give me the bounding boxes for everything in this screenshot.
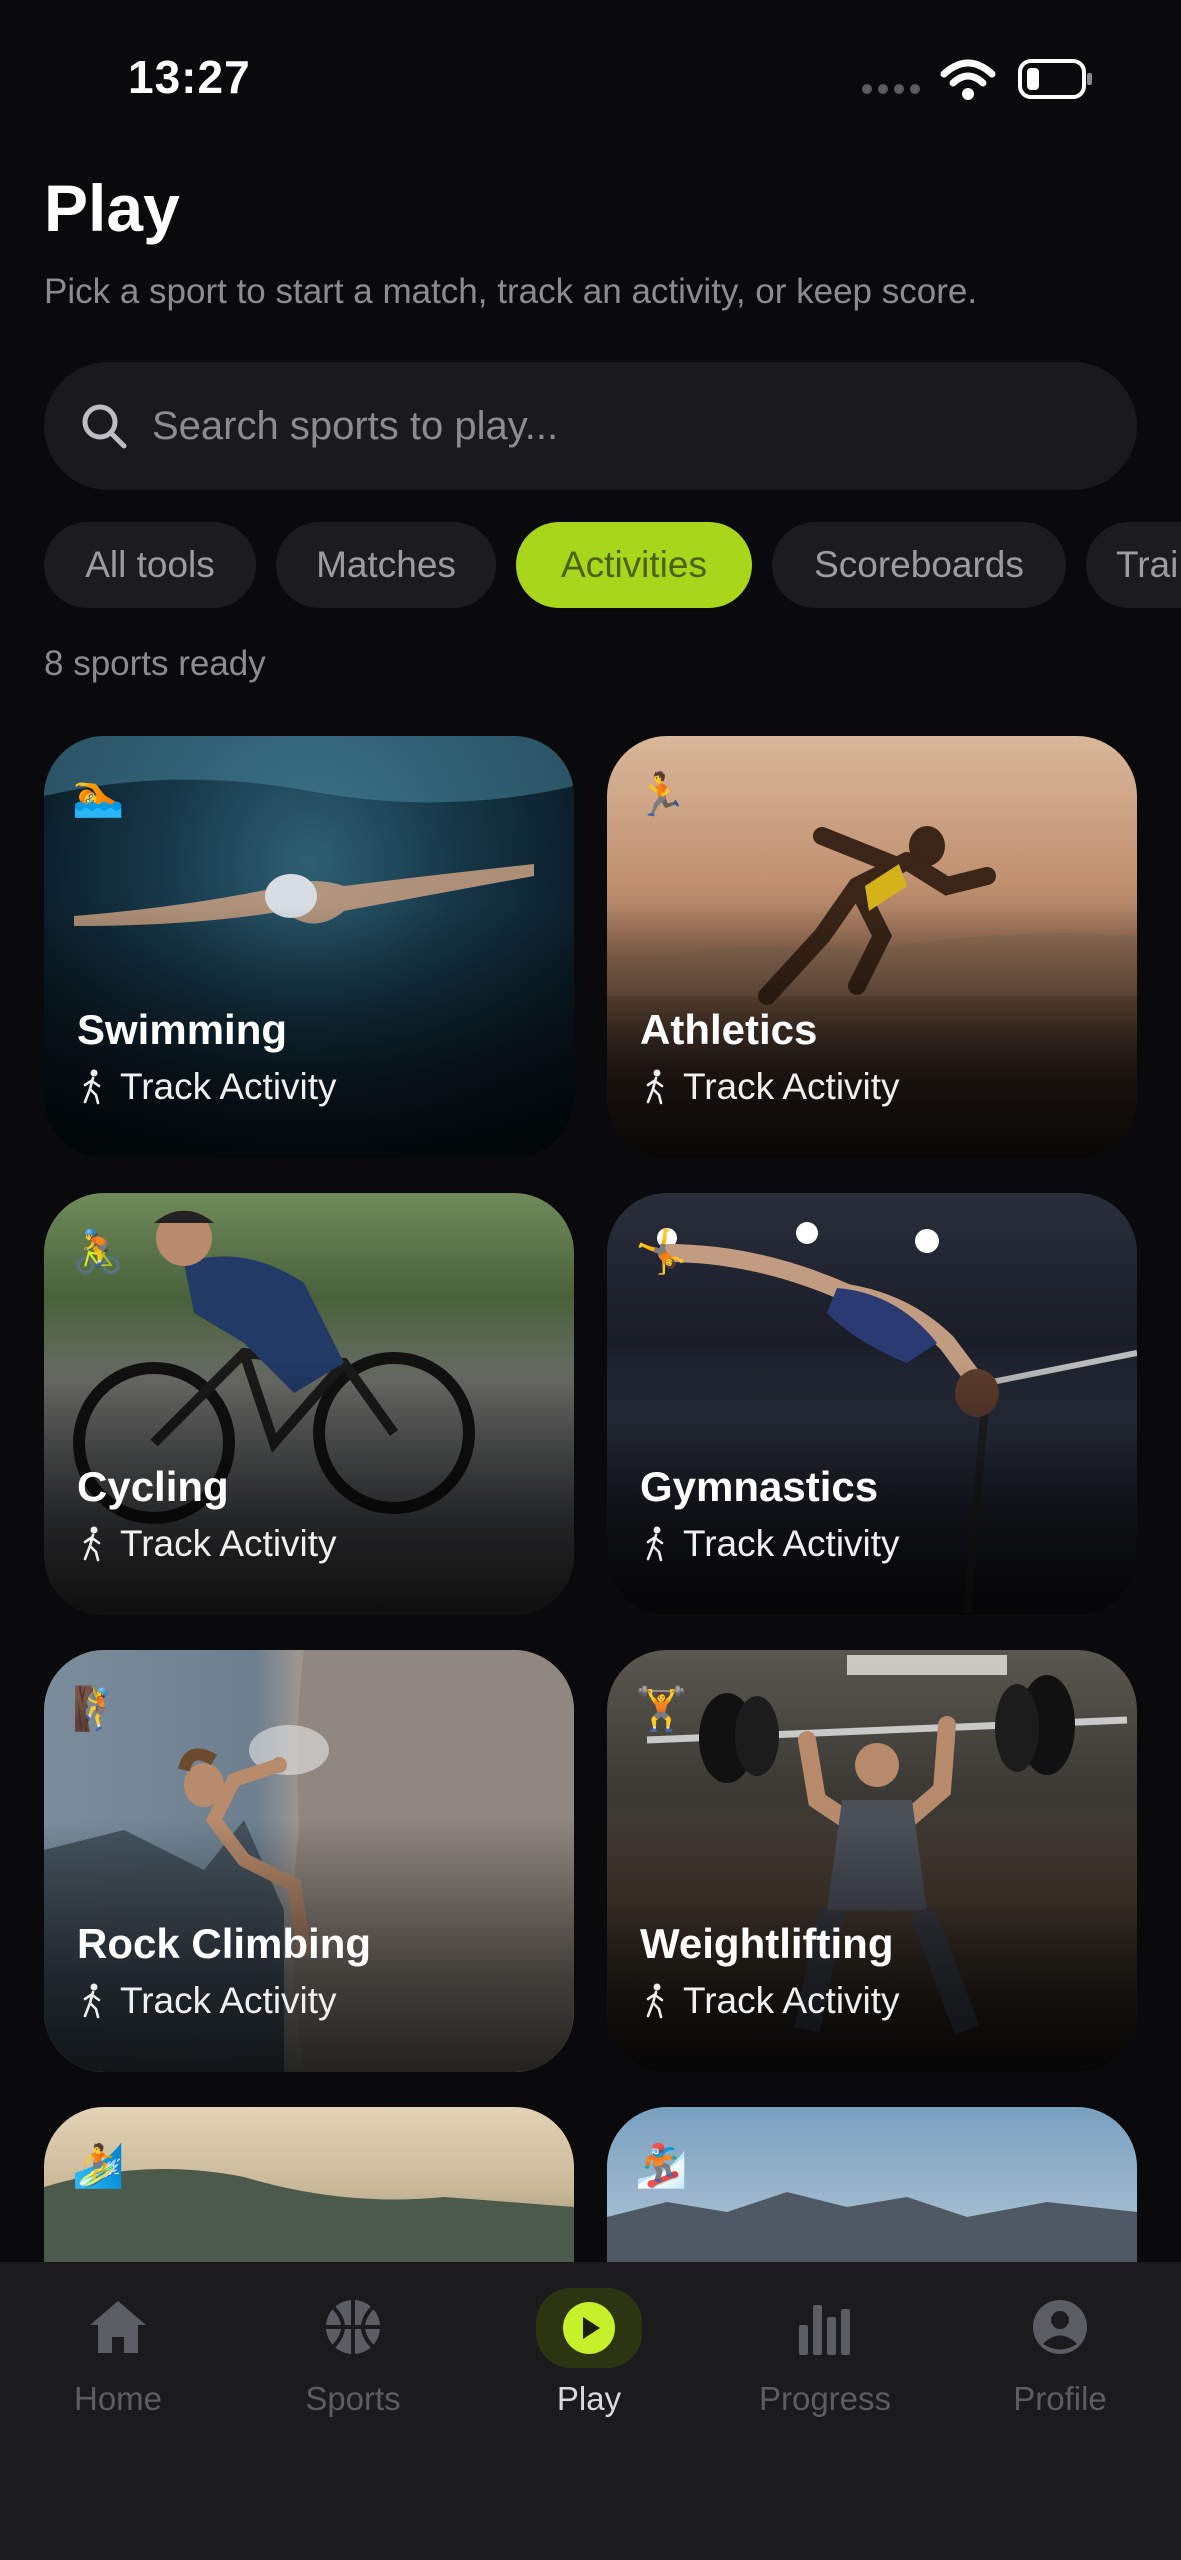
- chip-activities[interactable]: Activities: [516, 522, 752, 608]
- track-activity-label[interactable]: Track Activity: [80, 1523, 337, 1565]
- walking-icon: [83, 1526, 101, 1562]
- card-title: Cycling: [77, 1463, 229, 1510]
- card-title: Athletics: [640, 1006, 818, 1053]
- cellular-signal-icon: [862, 84, 920, 94]
- track-activity-label[interactable]: Track Activity: [80, 1066, 337, 1108]
- card-title: Rock Climbing: [77, 1920, 372, 1967]
- sports-count: 8 sports ready: [44, 644, 266, 683]
- walking-icon: [83, 1983, 101, 2019]
- nav-profile[interactable]: Profile: [960, 2292, 1160, 2452]
- card-title: Swimming: [77, 1006, 288, 1053]
- sport-card-weightlifting[interactable]: 🏋️ Weightlifting Track Activity: [607, 1650, 1137, 2072]
- climbing-emoji-icon: 🧗: [72, 1685, 125, 1732]
- walking-icon: [646, 1526, 664, 1562]
- search-input[interactable]: [152, 392, 1052, 460]
- nav-sports[interactable]: Sports: [253, 2292, 453, 2452]
- wifi-icon: [940, 59, 996, 100]
- chip-training[interactable]: Trai: [1086, 522, 1181, 608]
- play-icon: [536, 2288, 642, 2368]
- running-emoji-icon: 🏃: [635, 771, 688, 818]
- walking-icon: [646, 1983, 664, 2019]
- filter-chips: All tools Matches Activities Scoreboards…: [44, 522, 1181, 608]
- page-title: Play: [44, 171, 180, 245]
- gymnastics-emoji-icon: 🤸: [635, 1228, 688, 1275]
- weightlifting-emoji-icon: 🏋️: [635, 1685, 688, 1732]
- bottom-nav: Home Sports Play Progress Profile: [0, 2262, 1181, 2560]
- basketball-icon: [305, 2292, 401, 2362]
- sport-card-gymnastics[interactable]: 🤸 Gymnastics Track Activity: [607, 1193, 1137, 1615]
- walking-icon: [83, 1069, 101, 1105]
- track-activity-label[interactable]: Track Activity: [80, 1980, 337, 2022]
- search-icon: [82, 404, 127, 449]
- card-title: Gymnastics: [640, 1463, 879, 1510]
- track-activity-label[interactable]: Track Activity: [643, 1980, 900, 2022]
- card-title: Weightlifting: [640, 1920, 894, 1967]
- page-subtitle: Pick a sport to start a match, track an …: [44, 272, 978, 311]
- home-icon: [70, 2292, 166, 2362]
- track-activity-label[interactable]: Track Activity: [643, 1523, 900, 1565]
- status-bar: 13:27: [0, 0, 1181, 150]
- nav-home[interactable]: Home: [18, 2292, 218, 2452]
- nav-play[interactable]: Play: [489, 2288, 689, 2452]
- sport-card-cycling[interactable]: 🚴 Cycling Track Activity: [44, 1193, 574, 1615]
- walking-icon: [646, 1069, 664, 1105]
- chip-all-tools[interactable]: All tools: [44, 522, 256, 608]
- battery-icon: [1018, 59, 1092, 99]
- nav-progress[interactable]: Progress: [725, 2292, 925, 2452]
- swimming-emoji-icon: 🏊: [72, 771, 125, 818]
- person-icon: [1012, 2292, 1108, 2362]
- search-bar[interactable]: [44, 362, 1137, 490]
- chip-matches[interactable]: Matches: [276, 522, 496, 608]
- snowboarding-emoji-icon: 🏂: [635, 2142, 688, 2189]
- cycling-emoji-icon: 🚴: [72, 1228, 125, 1275]
- chip-scoreboards[interactable]: Scoreboards: [772, 522, 1066, 608]
- track-activity-label[interactable]: Track Activity: [643, 1066, 900, 1108]
- sport-card-rock-climbing[interactable]: 🧗 Rock Climbing Track Activity: [44, 1650, 574, 2072]
- sport-card-swimming[interactable]: 🏊 Swimming Track Activity: [44, 736, 574, 1158]
- bar-chart-icon: [777, 2292, 873, 2362]
- surfing-emoji-icon: 🏄: [72, 2142, 125, 2189]
- status-time: 13:27: [128, 51, 251, 103]
- sport-card-athletics[interactable]: 🏃 Athletics Track Activity: [607, 736, 1137, 1158]
